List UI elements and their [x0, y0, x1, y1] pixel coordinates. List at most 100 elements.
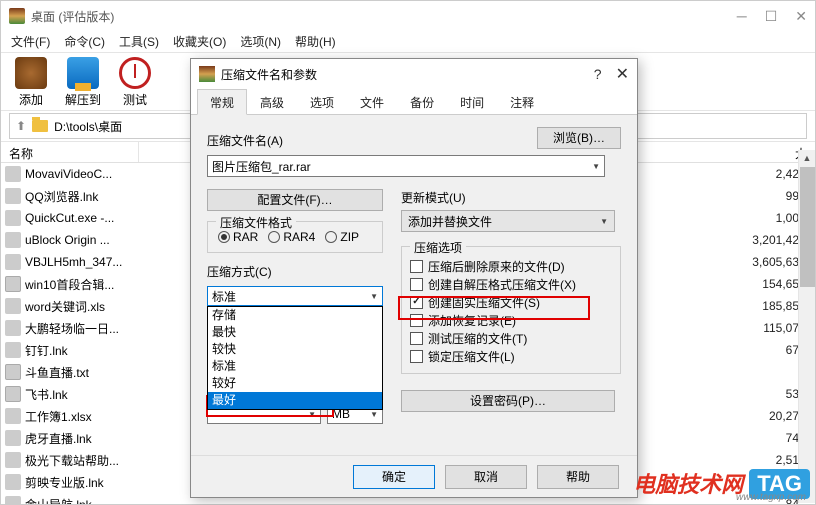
- tab-files[interactable]: 文件: [347, 89, 397, 114]
- file-icon: [5, 386, 21, 402]
- options-legend: 压缩选项: [410, 239, 466, 256]
- up-icon[interactable]: ⬆: [16, 119, 26, 133]
- file-name: MovaviVideoC...: [25, 167, 143, 181]
- password-button[interactable]: 设置密码(P)…: [401, 390, 615, 412]
- watermark-text: 电脑技术网: [633, 467, 743, 499]
- maximize-button[interactable]: ☐: [765, 8, 778, 25]
- checkbox-icon: [410, 332, 423, 345]
- options-groupbox: 压缩选项 压缩后删除原来的文件(D) 创建自解压格式压缩文件(X) 创建固实压缩…: [401, 246, 621, 374]
- checkbox-icon: [410, 296, 423, 309]
- update-label: 更新模式(U): [401, 189, 621, 206]
- format-groupbox: 压缩文件格式 RAR RAR4 ZIP: [207, 221, 383, 253]
- ok-button[interactable]: 确定: [353, 465, 435, 489]
- radio-zip[interactable]: ZIP: [325, 230, 359, 244]
- path-text: D:\tools\桌面: [54, 118, 122, 135]
- chevron-down-icon: ▼: [592, 162, 600, 171]
- test-icon: [119, 57, 151, 89]
- file-name: uBlock Origin ...: [25, 233, 143, 247]
- file-icon: [5, 166, 21, 182]
- method-combo[interactable]: 标准 ▼ 存储最快较快标准较好最好: [207, 286, 383, 306]
- file-name: 金山导航.lnk: [25, 496, 143, 505]
- method-option[interactable]: 最快: [208, 324, 382, 341]
- file-name: 斗鱼直播.txt: [25, 364, 143, 381]
- file-icon: [5, 342, 21, 358]
- app-icon: [9, 8, 25, 24]
- menu-help[interactable]: 帮助(H): [295, 33, 336, 50]
- tab-advanced[interactable]: 高级: [247, 89, 297, 114]
- file-name: VBJLH5mh_347...: [25, 255, 143, 269]
- watermark-url: www.tagxp.com: [736, 492, 806, 503]
- dialog-close-icon[interactable]: ✕: [616, 64, 629, 84]
- menu-file[interactable]: 文件(F): [11, 33, 50, 50]
- check-solid[interactable]: 创建固实压缩文件(S): [410, 293, 612, 311]
- test-label: 测试: [123, 91, 147, 108]
- file-name: 飞书.lnk: [25, 386, 143, 403]
- tab-general[interactable]: 常规: [197, 89, 247, 115]
- minimize-button[interactable]: ─: [737, 8, 747, 25]
- radio-rar[interactable]: RAR: [218, 230, 258, 244]
- scroll-up-icon[interactable]: ▲: [799, 150, 815, 167]
- check-recovery[interactable]: 添加恢复记录(E): [410, 311, 612, 329]
- filename-value: 图片压缩包_rar.rar: [212, 158, 311, 175]
- method-dropdown[interactable]: 存储最快较快标准较好最好: [207, 306, 383, 410]
- update-combo[interactable]: 添加并替换文件 ▼: [401, 210, 615, 232]
- file-icon: [5, 232, 21, 248]
- format-legend: 压缩文件格式: [216, 214, 296, 231]
- extract-label: 解压到: [65, 91, 101, 108]
- radio-icon: [218, 231, 230, 243]
- file-icon: [5, 188, 21, 204]
- browse-button[interactable]: 浏览(B)…: [537, 127, 621, 149]
- file-name: 钉钉.lnk: [25, 342, 143, 359]
- file-icon: [5, 298, 21, 314]
- tab-options[interactable]: 选项: [297, 89, 347, 114]
- test-button[interactable]: 测试: [119, 57, 151, 108]
- chevron-down-icon: ▼: [370, 410, 378, 419]
- check-sfx[interactable]: 创建自解压格式压缩文件(X): [410, 275, 612, 293]
- method-option[interactable]: 标准: [208, 358, 382, 375]
- filename-input[interactable]: 图片压缩包_rar.rar ▼: [207, 155, 605, 177]
- file-icon: [5, 320, 21, 336]
- tab-time[interactable]: 时间: [447, 89, 497, 114]
- method-option[interactable]: 最好: [208, 392, 382, 409]
- dialog-title: 压缩文件名和参数: [221, 66, 594, 83]
- check-lock[interactable]: 锁定压缩文件(L): [410, 347, 612, 365]
- profile-button[interactable]: 配置文件(F)…: [207, 189, 383, 211]
- method-option[interactable]: 较快: [208, 341, 382, 358]
- scroll-thumb[interactable]: [800, 167, 815, 287]
- help-button[interactable]: 帮助: [537, 465, 619, 489]
- menu-options[interactable]: 选项(N): [240, 33, 281, 50]
- method-option[interactable]: 较好: [208, 375, 382, 392]
- col-name[interactable]: 名称: [1, 142, 139, 162]
- file-name: win10首段合辑...: [25, 276, 143, 293]
- dialog-footer: 确定 取消 帮助: [191, 455, 637, 497]
- help-icon[interactable]: ?: [594, 66, 602, 82]
- check-delete-after[interactable]: 压缩后删除原来的文件(D): [410, 257, 612, 275]
- file-icon: [5, 254, 21, 270]
- window-title: 桌面 (评估版本): [31, 8, 737, 25]
- dialog-titlebar: 压缩文件名和参数 ? ✕: [191, 59, 637, 89]
- checkbox-icon: [410, 350, 423, 363]
- tab-backup[interactable]: 备份: [397, 89, 447, 114]
- file-name: word关键词.xls: [25, 298, 143, 315]
- check-test[interactable]: 测试压缩的文件(T): [410, 329, 612, 347]
- method-value: 标准: [212, 288, 236, 305]
- menu-favorites[interactable]: 收藏夹(O): [173, 33, 226, 50]
- add-button[interactable]: 添加: [15, 57, 47, 108]
- menu-tools[interactable]: 工具(S): [119, 33, 159, 50]
- file-icon: [5, 276, 21, 292]
- cancel-button[interactable]: 取消: [445, 465, 527, 489]
- file-icon: [5, 452, 21, 468]
- radio-rar4[interactable]: RAR4: [268, 230, 315, 244]
- add-label: 添加: [19, 91, 43, 108]
- file-icon: [5, 430, 21, 446]
- extract-button[interactable]: 解压到: [65, 57, 101, 108]
- menu-command[interactable]: 命令(C): [64, 33, 105, 50]
- close-button[interactable]: ✕: [795, 8, 807, 25]
- file-name: QQ浏览器.lnk: [25, 188, 143, 205]
- radio-icon: [268, 231, 280, 243]
- tab-comment[interactable]: 注释: [497, 89, 547, 114]
- method-option[interactable]: 存储: [208, 307, 382, 324]
- radio-icon: [325, 231, 337, 243]
- update-value: 添加并替换文件: [408, 213, 492, 230]
- vertical-scrollbar[interactable]: ▲ ▼: [798, 150, 815, 503]
